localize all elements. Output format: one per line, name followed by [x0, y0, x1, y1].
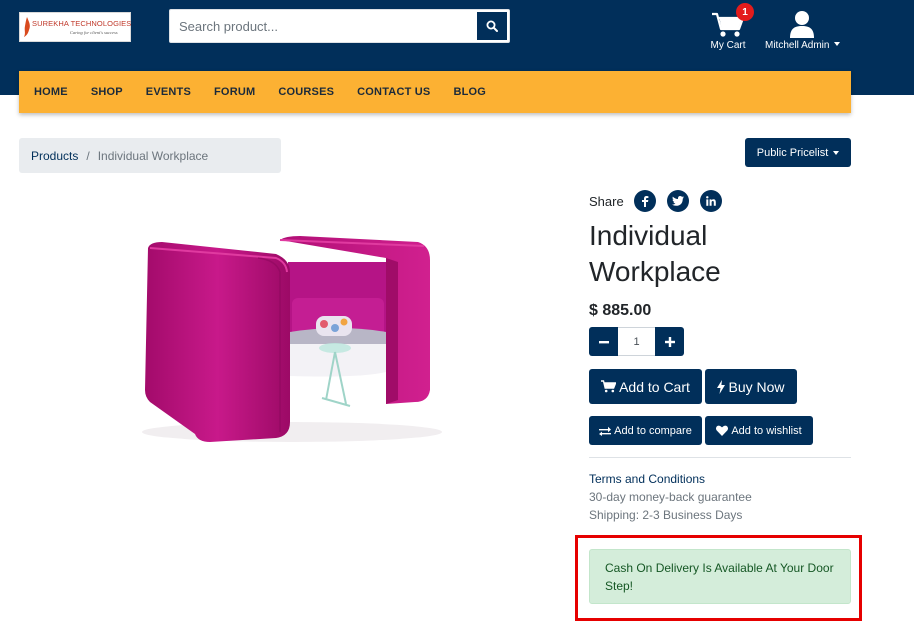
main-nav: HOME SHOP EVENTS FORUM COURSES CONTACT U…	[19, 71, 851, 113]
twitter-icon	[671, 196, 684, 206]
add-to-compare-button[interactable]: Add to compare	[589, 416, 702, 445]
terms-link[interactable]: Terms and Conditions	[589, 472, 705, 486]
add-to-wishlist-button[interactable]: Add to wishlist	[705, 416, 813, 445]
search-input[interactable]	[170, 10, 475, 42]
cart-label: My Cart	[710, 40, 746, 51]
company-logo[interactable]: SUREKHA TECHNOLOGIES Caring for client's…	[19, 12, 131, 42]
add-to-compare-label: Add to compare	[614, 424, 692, 437]
breadcrumb-current: Individual Workplace	[97, 148, 209, 163]
linkedin-icon	[705, 196, 716, 206]
share-row: Share	[589, 190, 733, 212]
lightning-icon	[717, 379, 726, 394]
product-price: $ 885.00	[589, 302, 652, 319]
quantity-stepper	[589, 327, 684, 356]
minus-icon	[598, 340, 609, 343]
nav-item-contact-us[interactable]: CONTACT US	[357, 86, 430, 98]
product-title: Individual Workplace	[589, 220, 721, 287]
add-to-cart-button[interactable]: Add to Cart	[589, 369, 702, 404]
heart-icon	[716, 425, 729, 436]
add-to-cart-label: Add to Cart	[619, 378, 690, 395]
user-icon	[790, 11, 814, 38]
nav-item-blog[interactable]: BLOG	[453, 86, 486, 98]
search-bar	[169, 9, 510, 43]
pricelist-label: Public Pricelist	[756, 146, 829, 159]
nav-item-home[interactable]: HOME	[34, 86, 68, 98]
share-label: Share	[589, 193, 624, 209]
caret-down-icon	[834, 42, 841, 46]
quantity-increase-button[interactable]	[655, 327, 684, 356]
cart-icon	[601, 380, 617, 393]
logo-tagline: Caring for client's success	[70, 30, 118, 35]
user-name: Mitchell Admin	[765, 40, 830, 51]
search-button[interactable]	[477, 12, 507, 40]
chevron-down-icon	[833, 150, 840, 155]
buy-now-button[interactable]: Buy Now	[705, 369, 797, 404]
cart-link[interactable]: 1 My Cart	[707, 3, 754, 53]
nav-item-courses[interactable]: COURSES	[278, 86, 334, 98]
facebook-icon	[641, 196, 649, 207]
user-menu-label: Mitchell Admin	[765, 40, 841, 51]
user-menu[interactable]: Mitchell Admin	[763, 9, 845, 54]
logo-name: SUREKHA TECHNOLOGIES	[32, 19, 132, 28]
pricelist-dropdown[interactable]: Public Pricelist	[745, 138, 851, 167]
nav-item-forum[interactable]: FORUM	[214, 86, 255, 98]
shipping-text: Shipping: 2-3 Business Days	[589, 508, 743, 522]
quantity-decrease-button[interactable]	[589, 327, 618, 356]
exchange-icon	[599, 426, 612, 436]
section-divider	[589, 457, 851, 458]
breadcrumb-products-link[interactable]: Products	[31, 149, 78, 163]
twitter-share-button[interactable]	[666, 190, 689, 212]
facebook-share-button[interactable]	[633, 190, 656, 212]
breadcrumb-separator: /	[86, 148, 90, 163]
product-image	[142, 236, 442, 442]
flame-icon	[24, 17, 30, 37]
buy-now-label: Buy Now	[728, 378, 785, 395]
cart-count-badge: 1	[736, 3, 754, 21]
add-to-wishlist-label: Add to wishlist	[731, 424, 802, 437]
quantity-input[interactable]	[618, 327, 655, 356]
plus-icon	[664, 336, 675, 347]
linkedin-share-button[interactable]	[699, 190, 722, 212]
nav-item-shop[interactable]: SHOP	[91, 86, 123, 98]
search-icon	[486, 20, 498, 32]
nav-item-events[interactable]: EVENTS	[146, 86, 191, 98]
guarantee-text: 30-day money-back guarantee	[589, 490, 752, 504]
breadcrumb: Products / Individual Workplace	[19, 138, 281, 173]
cod-alert: Cash On Delivery Is Available At Your Do…	[589, 549, 851, 604]
